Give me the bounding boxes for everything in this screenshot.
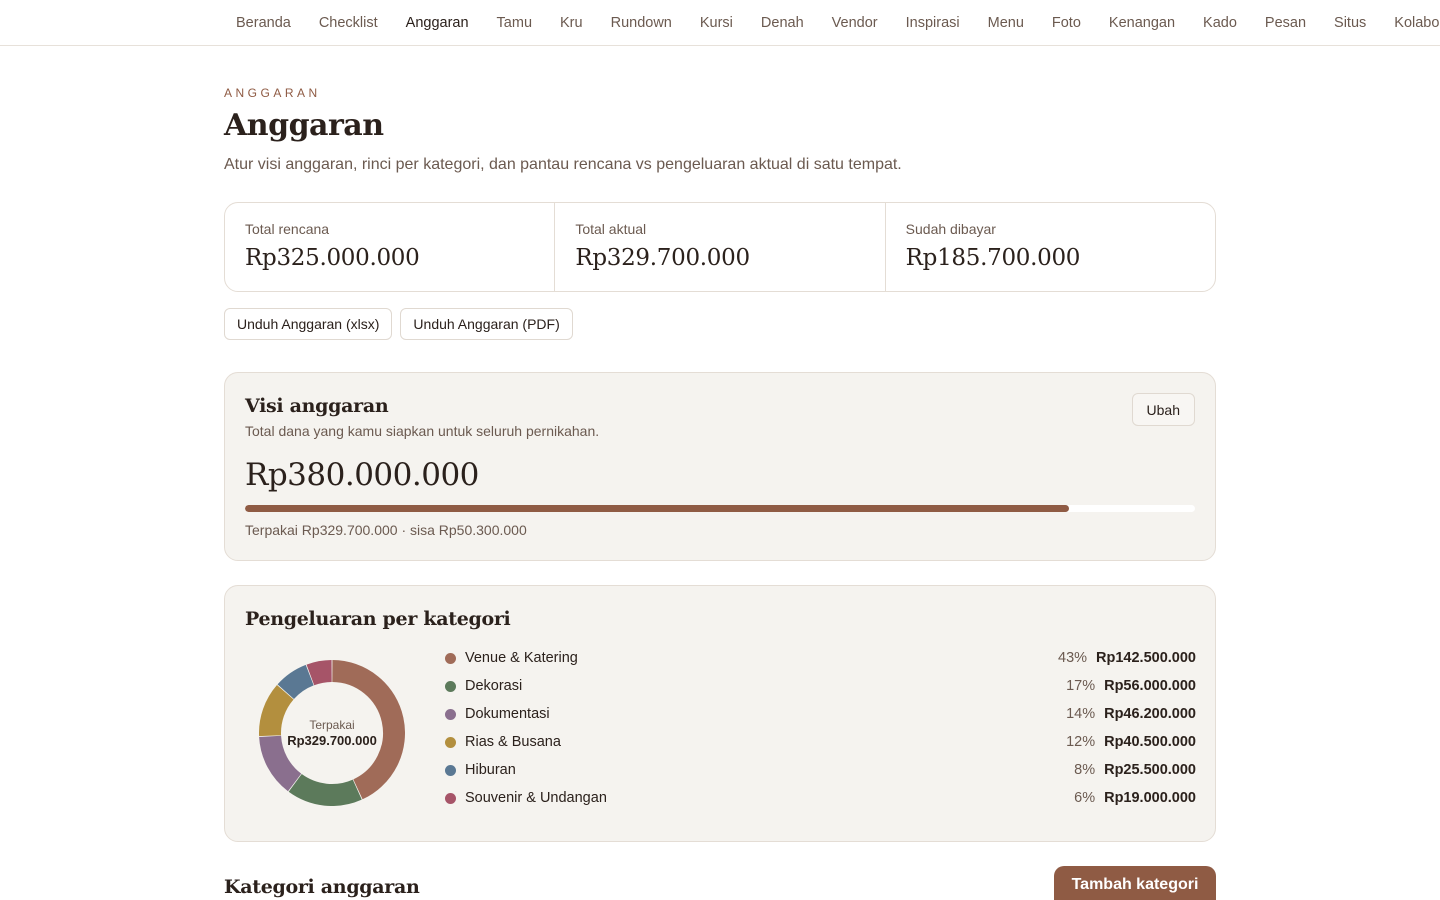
legend-dot-icon: [445, 792, 456, 804]
nav-item-kolaborasi[interactable]: Kolaborasi: [1380, 0, 1440, 45]
download-buttons: Unduh Anggaran (xlsx) Unduh Anggaran (PD…: [224, 308, 573, 340]
legend-name: Rias & Busana: [465, 734, 561, 750]
legend-amount: Rp25.500.000: [1104, 762, 1196, 778]
donut-center-label: Terpakai: [309, 718, 355, 732]
legend-percent: 14%: [1066, 706, 1096, 722]
category-legend: Venue & Katering 43% Rp142.500.000 Dekorasi…: [445, 644, 1196, 812]
planned-label: Total rencana: [245, 221, 330, 237]
page-subtitle: Atur visi anggaran, rinci per kategori, …: [224, 156, 902, 173]
page-title: Anggaran: [224, 108, 384, 143]
category-spending-card: Pengeluaran per kategori Terpakai Rp329.…: [224, 585, 1216, 842]
summary-actual: Total aktual Rp329.700.000: [555, 203, 886, 291]
legend-amount: Rp19.000.000: [1104, 790, 1196, 806]
budget-summary: Total rencana Rp325.000.000 Total aktual…: [224, 202, 1216, 292]
legend-name: Hiburan: [465, 762, 516, 778]
spending-donut: Terpakai Rp329.700.000: [259, 660, 405, 806]
legend-amount: Rp56.000.000: [1104, 678, 1196, 694]
legend-item: Souvenir & Undangan 6% Rp19.000.000: [445, 784, 1196, 812]
nav-item-anggaran[interactable]: Anggaran: [392, 0, 483, 45]
page-eyebrow: ANGGARAN: [224, 86, 321, 100]
legend-dot-icon: [445, 680, 456, 692]
nav-item-inspirasi[interactable]: Inspirasi: [892, 0, 974, 45]
legend-percent: 17%: [1066, 678, 1096, 694]
planned-value: Rp325.000.000: [245, 245, 420, 271]
nav-items: Beranda Checklist Anggaran Tamu Kru Rundown Ku…: [222, 0, 1440, 45]
budget-progress-bar: [245, 505, 1195, 512]
nav-item-vendor[interactable]: Vendor: [818, 0, 892, 45]
donut-center-value: Rp329.700.000: [287, 733, 377, 748]
legend-item: Dokumentasi 14% Rp46.200.000: [445, 700, 1196, 728]
nav-item-checklist[interactable]: Checklist: [305, 0, 392, 45]
budget-categories-title: Kategori anggaran: [224, 876, 420, 898]
vision-description: Total dana yang kamu siapkan untuk selur…: [245, 423, 600, 439]
legend-percent: 43%: [1058, 650, 1088, 666]
top-nav: Beranda Checklist Anggaran Tamu Kru Rundown Ku…: [0, 0, 1440, 46]
legend-amount: Rp142.500.000: [1096, 650, 1196, 666]
paid-value: Rp185.700.000: [905, 245, 1081, 271]
budget-vision-card: Visi anggaran Total dana yang kamu siapk…: [224, 372, 1216, 561]
actual-label: Total aktual: [575, 221, 647, 237]
nav-item-kursi[interactable]: Kursi: [686, 0, 747, 45]
nav-item-rundown[interactable]: Rundown: [597, 0, 686, 45]
nav-item-tamu[interactable]: Tamu: [483, 0, 546, 45]
legend-dot-icon: [445, 764, 456, 776]
legend-item: Dekorasi 17% Rp56.000.000: [445, 672, 1196, 700]
budget-progress-fill: [245, 505, 1070, 512]
legend-percent: 8%: [1074, 762, 1096, 778]
summary-planned: Total rencana Rp325.000.000: [225, 203, 556, 291]
donut-center: Terpakai Rp329.700.000: [259, 660, 405, 806]
nav-item-pesan[interactable]: Pesan: [1251, 0, 1320, 45]
legend-amount: Rp40.500.000: [1104, 734, 1196, 750]
nav-item-situs[interactable]: Situs: [1320, 0, 1380, 45]
nav-item-denah[interactable]: Denah: [747, 0, 818, 45]
legend-dot-icon: [445, 652, 456, 664]
nav-item-kru[interactable]: Kru: [546, 0, 597, 45]
category-spending-title: Pengeluaran per kategori: [245, 608, 511, 630]
legend-amount: Rp46.200.000: [1104, 706, 1196, 722]
nav-item-menu[interactable]: Menu: [974, 0, 1038, 45]
vision-amount: Rp380.000.000: [245, 457, 479, 493]
legend-percent: 12%: [1066, 734, 1096, 750]
nav-item-kenangan[interactable]: Kenangan: [1095, 0, 1189, 45]
download-xlsx-button[interactable]: Unduh Anggaran (xlsx): [224, 308, 393, 340]
summary-paid: Sudah dibayar Rp185.700.000: [886, 203, 1215, 291]
legend-name: Dokumentasi: [465, 706, 550, 722]
legend-item: Venue & Katering 43% Rp142.500.000: [445, 644, 1196, 672]
nav-item-foto[interactable]: Foto: [1038, 0, 1095, 45]
download-pdf-button[interactable]: Unduh Anggaran (PDF): [400, 308, 573, 340]
vision-used-text: Terpakai Rp329.700.000 · sisa Rp50.300.0…: [245, 522, 527, 538]
legend-item: Hiburan 8% Rp25.500.000: [445, 756, 1196, 784]
legend-name: Dekorasi: [465, 678, 523, 694]
legend-item: Rias & Busana 12% Rp40.500.000: [445, 728, 1196, 756]
actual-value: Rp329.700.000: [575, 245, 750, 271]
nav-item-kado[interactable]: Kado: [1189, 0, 1251, 45]
vision-title: Visi anggaran: [245, 395, 389, 417]
nav-item-beranda[interactable]: Beranda: [222, 0, 305, 45]
edit-vision-button[interactable]: Ubah: [1131, 393, 1195, 426]
legend-dot-icon: [445, 708, 456, 720]
legend-percent: 6%: [1074, 790, 1096, 806]
add-category-button[interactable]: Tambah kategori: [1054, 866, 1216, 900]
paid-label: Sudah dibayar: [905, 221, 996, 237]
legend-name: Souvenir & Undangan: [465, 790, 607, 806]
legend-dot-icon: [445, 736, 456, 748]
legend-name: Venue & Katering: [465, 650, 578, 666]
